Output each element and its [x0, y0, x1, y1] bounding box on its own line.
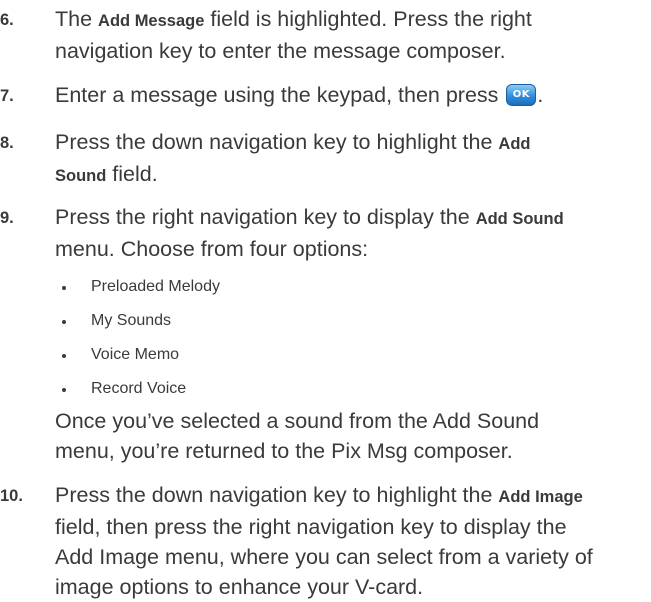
text-line: Add Image menu, where you can select fro… [55, 545, 593, 569]
list-item: Record Voice [55, 374, 651, 408]
field-name-add-image: Add Image [498, 488, 583, 506]
text-run: Press the down navigation key to highlig… [55, 130, 499, 154]
field-name-add-sound: Add Sound [475, 210, 564, 228]
text-run: field. [106, 162, 158, 186]
step-number: 8. [0, 134, 14, 152]
field-name-add-message: Add Message [98, 12, 205, 30]
field-name-add: Add [498, 135, 531, 153]
step-number: 10. [0, 487, 23, 505]
step-text: Press the right navigation key to displa… [55, 202, 651, 264]
note-text: Once you’ve selected a sound from the Ad… [55, 406, 651, 466]
bullet-icon [62, 320, 66, 324]
step-text: Enter a message using the keypad, then p… [55, 80, 651, 110]
bullet-icon [62, 354, 66, 358]
ok-key-icon: OK [506, 84, 537, 106]
text-line: menu. Choose from four options: [55, 237, 369, 261]
instruction-page: 6. The Add Message field is highlighted.… [0, 0, 651, 600]
list-item: Voice Memo [55, 340, 651, 374]
field-name-sound: Sound [55, 167, 107, 185]
list-item: My Sounds [55, 306, 651, 340]
option-label: Preloaded Melody [91, 278, 220, 295]
text-run: The [55, 7, 99, 31]
bullet-icon [62, 286, 66, 290]
text-line: image options to enhance your V-card. [55, 575, 424, 599]
step-text: Press the down navigation key to highlig… [55, 480, 651, 602]
step-number: 6. [0, 11, 14, 29]
step-text: The Add Message field is highlighted. Pr… [55, 4, 651, 66]
step-text: Press the down navigation key to highlig… [55, 127, 651, 191]
text-line: field, then press the right navigation k… [55, 515, 567, 539]
option-label: Record Voice [91, 380, 187, 397]
text-run: field is highlighted. Press the right [204, 7, 532, 31]
ok-key-label: OK [512, 89, 531, 100]
text-line: Once you’ve selected a sound from the Ad… [55, 409, 540, 433]
text-run: Press the down navigation key to highlig… [55, 483, 499, 507]
step-number: 7. [0, 87, 14, 105]
sound-options-list: Preloaded Melody My Sounds Voice Memo Re… [55, 272, 651, 408]
option-label: Voice Memo [91, 346, 180, 363]
text-run: Enter a message using the keypad, then p… [55, 83, 505, 107]
list-item: Preloaded Melody [55, 272, 651, 306]
text-run: Press the right navigation key to displa… [55, 205, 476, 229]
text-line: navigation key to enter the message comp… [55, 39, 506, 63]
option-label: My Sounds [91, 312, 172, 329]
text-run: . [537, 83, 544, 107]
text-line: menu, you’re returned to the Pix Msg com… [55, 439, 513, 463]
bullet-icon [62, 388, 66, 392]
step-number: 9. [0, 209, 14, 227]
